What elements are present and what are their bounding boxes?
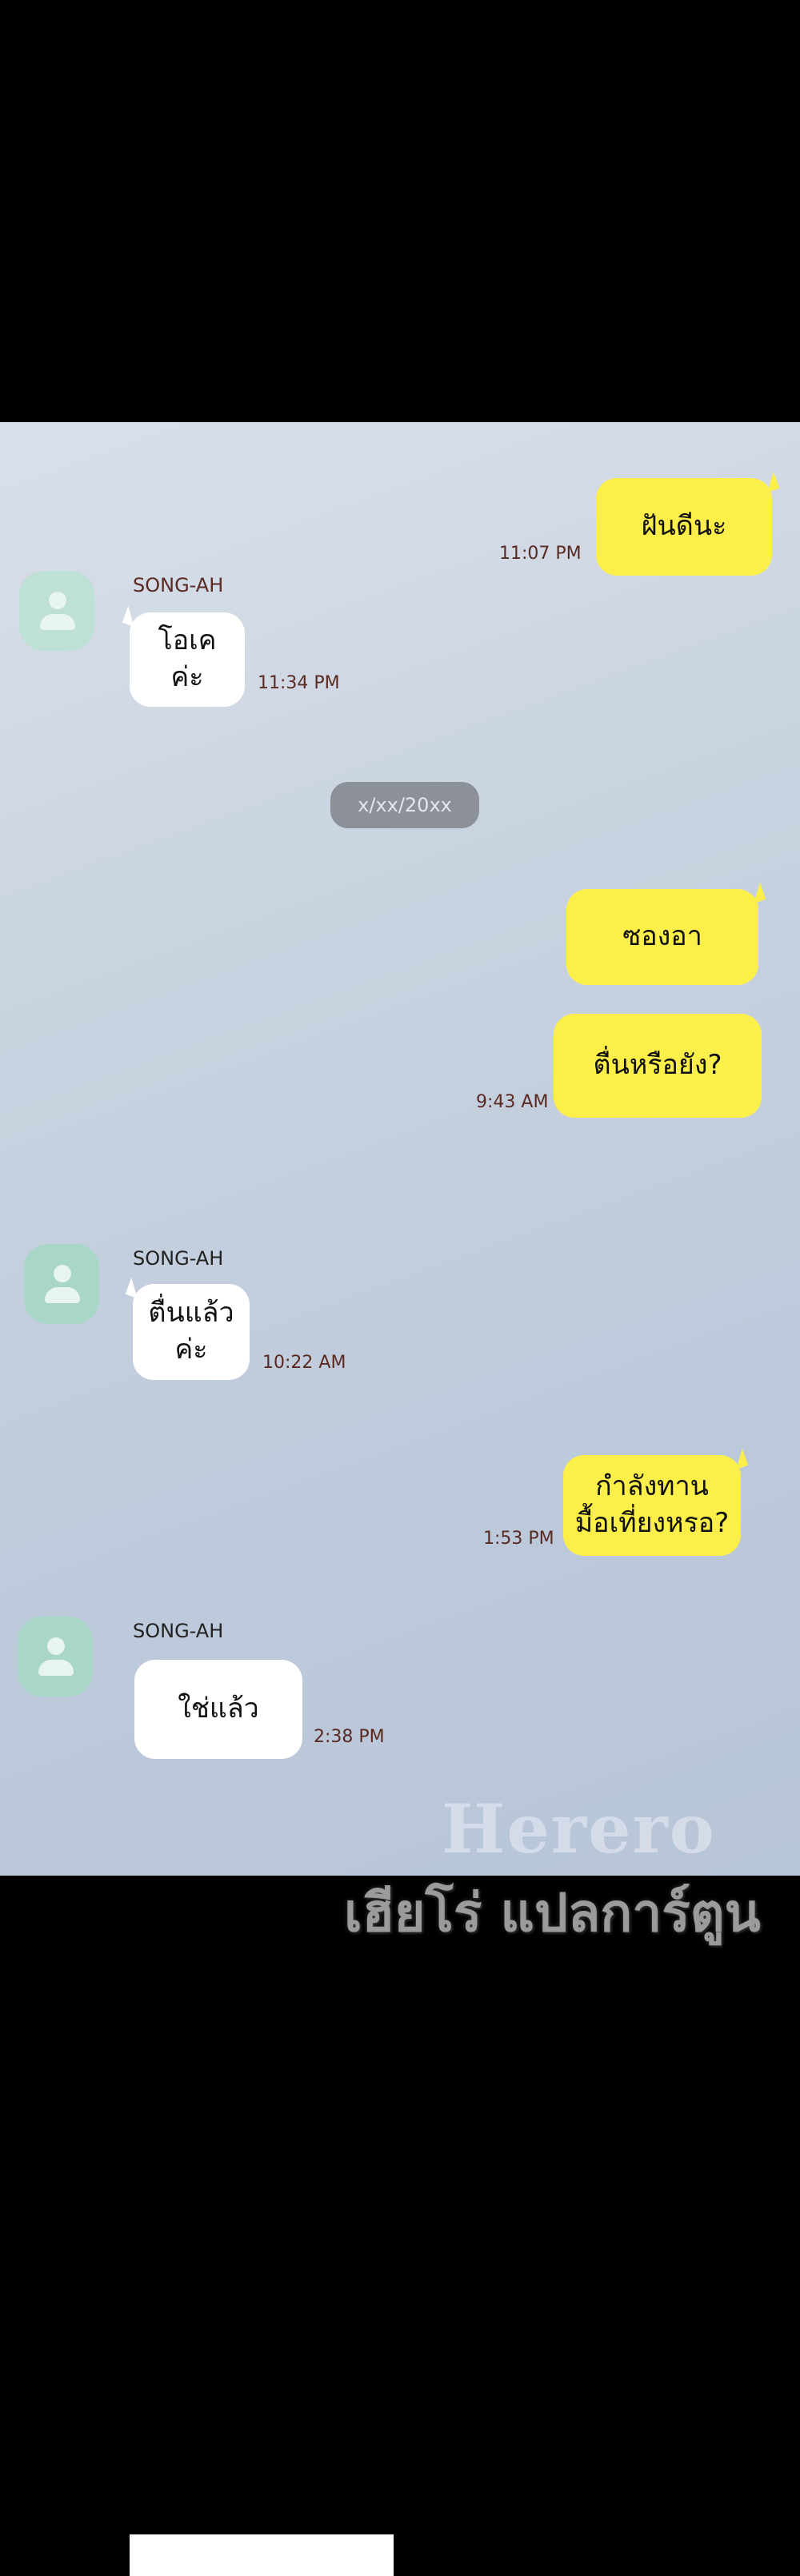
person-icon	[47, 1637, 65, 1655]
message-text-line: กำลังทาน	[595, 1470, 709, 1503]
message-text: ฝันดีนะ	[641, 510, 727, 543]
person-icon-body	[38, 1660, 74, 1676]
bottom-white-bar	[130, 2534, 394, 2576]
message-time: 11:07 PM	[499, 544, 582, 564]
message-time: 10:22 AM	[262, 1353, 346, 1373]
sender-name: SONG-AH	[133, 1620, 224, 1642]
message-time: 11:34 PM	[258, 673, 340, 693]
message-text: โอเคค่ะ	[158, 624, 217, 693]
outgoing-message-bubble[interactable]: ฝันดีนะ	[596, 478, 772, 576]
incoming-message-bubble[interactable]: ใช่แล้ว	[134, 1660, 302, 1759]
outgoing-message-bubble[interactable]: ตื่นหรือยัง?	[554, 1014, 762, 1118]
outgoing-message-bubble[interactable]: กำลังทาน มื้อเที่ยงหรอ?	[563, 1455, 741, 1556]
chat-panel: ฝันดีนะ 11:07 PM SONG-AH โอเคค่ะ 11:34 P…	[0, 422, 800, 1876]
date-divider: x/xx/20xx	[330, 782, 479, 828]
contact-avatar[interactable]	[18, 1617, 93, 1697]
contact-avatar[interactable]	[24, 1244, 99, 1324]
message-text: ตื่นแล้วค่ะ	[148, 1297, 234, 1366]
incoming-message-bubble[interactable]: โอเคค่ะ	[130, 612, 245, 707]
message-text: ซองอา	[622, 920, 702, 953]
message-text-line: มื้อเที่ยงหรอ?	[574, 1507, 730, 1539]
message-time: 2:38 PM	[314, 1727, 385, 1747]
message-text: ตื่นหรือยัง?	[593, 1049, 722, 1082]
message-time: 1:53 PM	[483, 1529, 554, 1549]
incoming-message-bubble[interactable]: ตื่นแล้วค่ะ	[133, 1284, 250, 1380]
sender-name: SONG-AH	[133, 1247, 224, 1270]
person-icon-body	[45, 1287, 80, 1303]
sender-name: SONG-AH	[133, 574, 224, 596]
person-icon-body	[40, 614, 75, 630]
message-time: 9:43 AM	[476, 1092, 549, 1112]
watermark-subtitle: เฮียโร่ แปลการ์ตูน	[344, 1882, 761, 1944]
person-icon	[49, 592, 66, 609]
message-text: กำลังทาน มื้อเที่ยงหรอ?	[575, 1469, 730, 1542]
outgoing-message-bubble[interactable]: ซองอา	[566, 889, 758, 985]
message-text: ใช่แล้ว	[178, 1693, 259, 1725]
watermark-title: Herero	[442, 1789, 716, 1868]
person-icon	[54, 1265, 71, 1282]
contact-avatar[interactable]	[19, 571, 94, 651]
